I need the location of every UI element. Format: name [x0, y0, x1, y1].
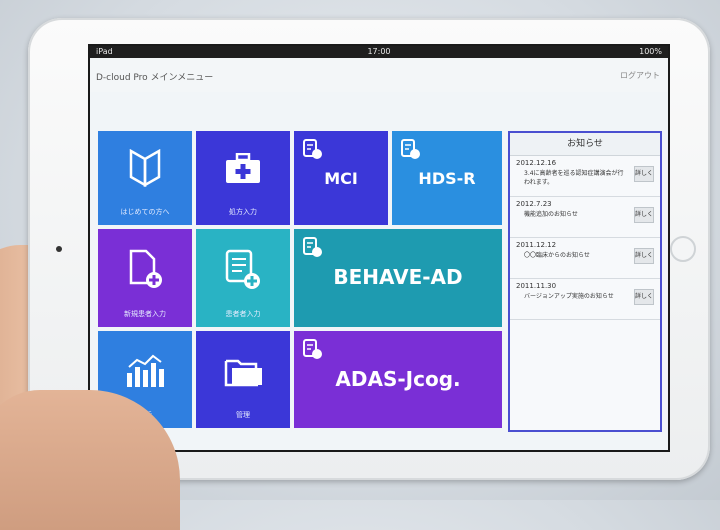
news-detail-button[interactable]: 詳しく [634, 289, 654, 305]
logout-link[interactable]: ログアウト [620, 70, 660, 81]
clock: 17:00 [367, 47, 391, 56]
tile-beginner-label: はじめての方へ [120, 208, 170, 216]
tile-adas-label: ADAS-Jcog. [335, 367, 461, 391]
news-item: 2012.12.16 3.4に高齢者を巡る認知症講演会が行われます。 詳しく [510, 156, 660, 197]
front-camera [56, 246, 62, 252]
news-text: 〇〇臨床からのお知らせ [524, 252, 590, 259]
tile-management-label: 管理 [236, 411, 250, 419]
tile-new-patient-label: 新規患者入力 [124, 310, 166, 318]
tile-mci[interactable]: MCI [294, 131, 388, 225]
news-detail-button[interactable]: 詳しく [634, 248, 654, 264]
news-item: 2011.11.30 バージョンアップ実施のお知らせ 詳しく [510, 279, 660, 320]
tile-beginner[interactable]: はじめての方へ [98, 131, 192, 225]
status-bar: iPad 17:00 100% [90, 46, 668, 58]
document-check-icon [303, 237, 322, 257]
battery-level: 100% [639, 47, 662, 56]
news-detail-button[interactable]: 詳しく [634, 166, 654, 182]
tile-hdsr[interactable]: HDS-R [392, 131, 502, 225]
news-text: 機能追加のお知らせ [524, 211, 578, 218]
page-title: D-cloud Pro メインメニュー [96, 73, 214, 83]
medical-kit-icon [226, 153, 260, 183]
tile-mci-label: MCI [324, 169, 358, 188]
tile-patient-input-label: 患者者入力 [225, 310, 261, 318]
tile-management[interactable]: 管理 [196, 331, 290, 428]
news-panel: お知らせ 2012.12.16 3.4に高齢者を巡る認知症講演会が行われます。 … [508, 131, 662, 432]
nav-bar: D-cloud Pro メインメニュー ログアウト [90, 58, 668, 92]
tile-medical-input[interactable]: 処方入力 [196, 131, 290, 225]
add-document-icon [129, 249, 162, 288]
list-add-icon [225, 249, 260, 289]
tile-medical-input-label: 処方入力 [229, 208, 257, 216]
app-screen: iPad 17:00 100% D-cloud Pro メインメニュー ログアウ… [88, 44, 670, 452]
tile-adas[interactable]: ADAS-Jcog. [294, 331, 502, 428]
news-item: 2011.12.12 〇〇臨床からのお知らせ 詳しく [510, 238, 660, 279]
tile-behave-ad[interactable]: BEHAVE-AD [294, 229, 502, 327]
news-text: バージョンアップ実施のお知らせ [524, 293, 614, 300]
tile-patient-input[interactable]: 患者者入力 [196, 229, 290, 327]
beginner-mark-icon [129, 149, 161, 187]
news-item: 2012.7.23 機能追加のお知らせ 詳しく [510, 197, 660, 238]
document-check-icon [303, 139, 322, 159]
tile-behave-ad-label: BEHAVE-AD [333, 265, 463, 289]
tile-new-patient[interactable]: 新規患者入力 [98, 229, 192, 327]
folder-icon [224, 359, 262, 387]
tile-hdsr-label: HDS-R [418, 169, 476, 188]
news-detail-button[interactable]: 詳しく [634, 207, 654, 223]
home-button[interactable] [670, 236, 696, 262]
news-text: 3.4に高齢者を巡る認知症講演会が行われます。 [524, 170, 624, 186]
document-check-icon [303, 339, 322, 359]
document-check-icon [401, 139, 420, 159]
news-header: お知らせ [510, 133, 660, 156]
bar-chart-icon [127, 354, 164, 387]
